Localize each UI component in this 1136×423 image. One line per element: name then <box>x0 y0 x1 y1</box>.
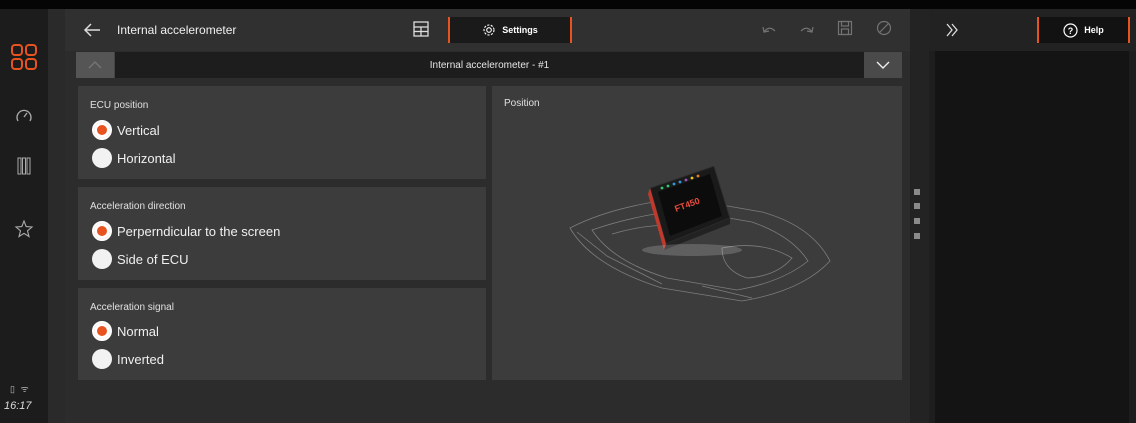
battery-icon: ▯ <box>10 384 15 394</box>
help-tab-label: Help <box>1084 25 1104 35</box>
radio-button-selected[interactable] <box>92 120 112 140</box>
radio-normal[interactable]: Normal <box>92 321 159 341</box>
tab-settings[interactable]: Settings <box>448 17 572 43</box>
main-area: Internal accelerometer Settings Internal… <box>65 9 910 423</box>
instance-selector: Internal accelerometer - #1 <box>76 52 902 78</box>
radio-label: Vertical <box>117 122 160 138</box>
columns-icon[interactable] <box>0 157 48 175</box>
panel-splitter[interactable] <box>910 9 929 423</box>
tab-help[interactable]: ? Help <box>1037 17 1130 43</box>
page-title: Internal accelerometer <box>117 23 237 37</box>
undo-icon[interactable] <box>761 22 777 40</box>
radio-perpendicular[interactable]: Perperndicular to the screen <box>92 221 280 241</box>
radio-button-selected[interactable] <box>92 221 112 241</box>
help-icon: ? <box>1063 22 1078 38</box>
radio-label: Perperndicular to the screen <box>117 223 281 239</box>
double-chevron-icon[interactable] <box>945 23 959 42</box>
position-title: Position <box>504 98 540 109</box>
radio-label: Normal <box>117 323 159 339</box>
star-icon[interactable] <box>0 220 48 238</box>
position-panel: Position FT450 <box>492 86 902 380</box>
side-panel-header: ? Help <box>929 9 1136 51</box>
gauge-icon[interactable] <box>0 108 48 124</box>
clock: 16:17 <box>4 400 32 412</box>
settings-tab-label: Settings <box>502 25 538 35</box>
dashboard-grid-icon[interactable] <box>0 44 48 70</box>
svg-text:?: ? <box>1068 26 1074 36</box>
wifi-icon: ᯤ <box>20 384 29 394</box>
help-side-panel: ? Help <box>929 9 1136 423</box>
ecu-position-panel: ECU position Vertical Horizontal <box>78 86 486 179</box>
instance-select[interactable]: Internal accelerometer - #1 <box>115 52 864 78</box>
help-content <box>935 51 1129 423</box>
left-rail <box>0 9 48 423</box>
splitter-grip[interactable] <box>914 218 920 224</box>
radio-button[interactable] <box>92 349 112 369</box>
splitter-grip[interactable] <box>914 189 920 195</box>
radio-label: Horizontal <box>117 150 176 166</box>
acceleration-signal-title: Acceleration signal <box>90 302 174 313</box>
radio-vertical[interactable]: Vertical <box>92 120 160 140</box>
chevron-up-icon[interactable] <box>76 52 114 78</box>
top-strip <box>0 0 1136 9</box>
acceleration-direction-panel: Acceleration direction Perperndicular to… <box>78 187 486 280</box>
save-icon[interactable] <box>837 20 853 41</box>
acceleration-direction-title: Acceleration direction <box>90 201 186 212</box>
acceleration-signal-panel: Acceleration signal Normal Inverted <box>78 288 486 380</box>
table-icon[interactable] <box>413 21 429 42</box>
ecu-car-illustration: FT450 <box>569 166 831 302</box>
radio-side-of-ecu[interactable]: Side of ECU <box>92 249 189 269</box>
radio-inverted[interactable]: Inverted <box>92 349 164 369</box>
radio-button[interactable] <box>92 148 112 168</box>
radio-horizontal[interactable]: Horizontal <box>92 148 176 168</box>
status-icons: ▯ ᯤ <box>10 382 29 395</box>
radio-label: Inverted <box>117 351 164 367</box>
radio-button-selected[interactable] <box>92 321 112 341</box>
splitter-grip[interactable] <box>914 203 920 209</box>
chevron-down-icon[interactable] <box>864 52 902 78</box>
app-window: ▯ ᯤ 16:17 Internal accelerometer Setting… <box>0 0 1136 423</box>
radio-button[interactable] <box>92 249 112 269</box>
splitter-grip[interactable] <box>914 233 920 239</box>
back-arrow-icon[interactable] <box>83 19 105 41</box>
redo-icon[interactable] <box>799 22 815 40</box>
gear-icon <box>483 24 495 36</box>
disabled-icon[interactable] <box>876 20 892 41</box>
radio-label: Side of ECU <box>117 251 189 267</box>
ecu-position-title: ECU position <box>90 100 149 111</box>
top-bar: Internal accelerometer Settings <box>65 9 910 51</box>
